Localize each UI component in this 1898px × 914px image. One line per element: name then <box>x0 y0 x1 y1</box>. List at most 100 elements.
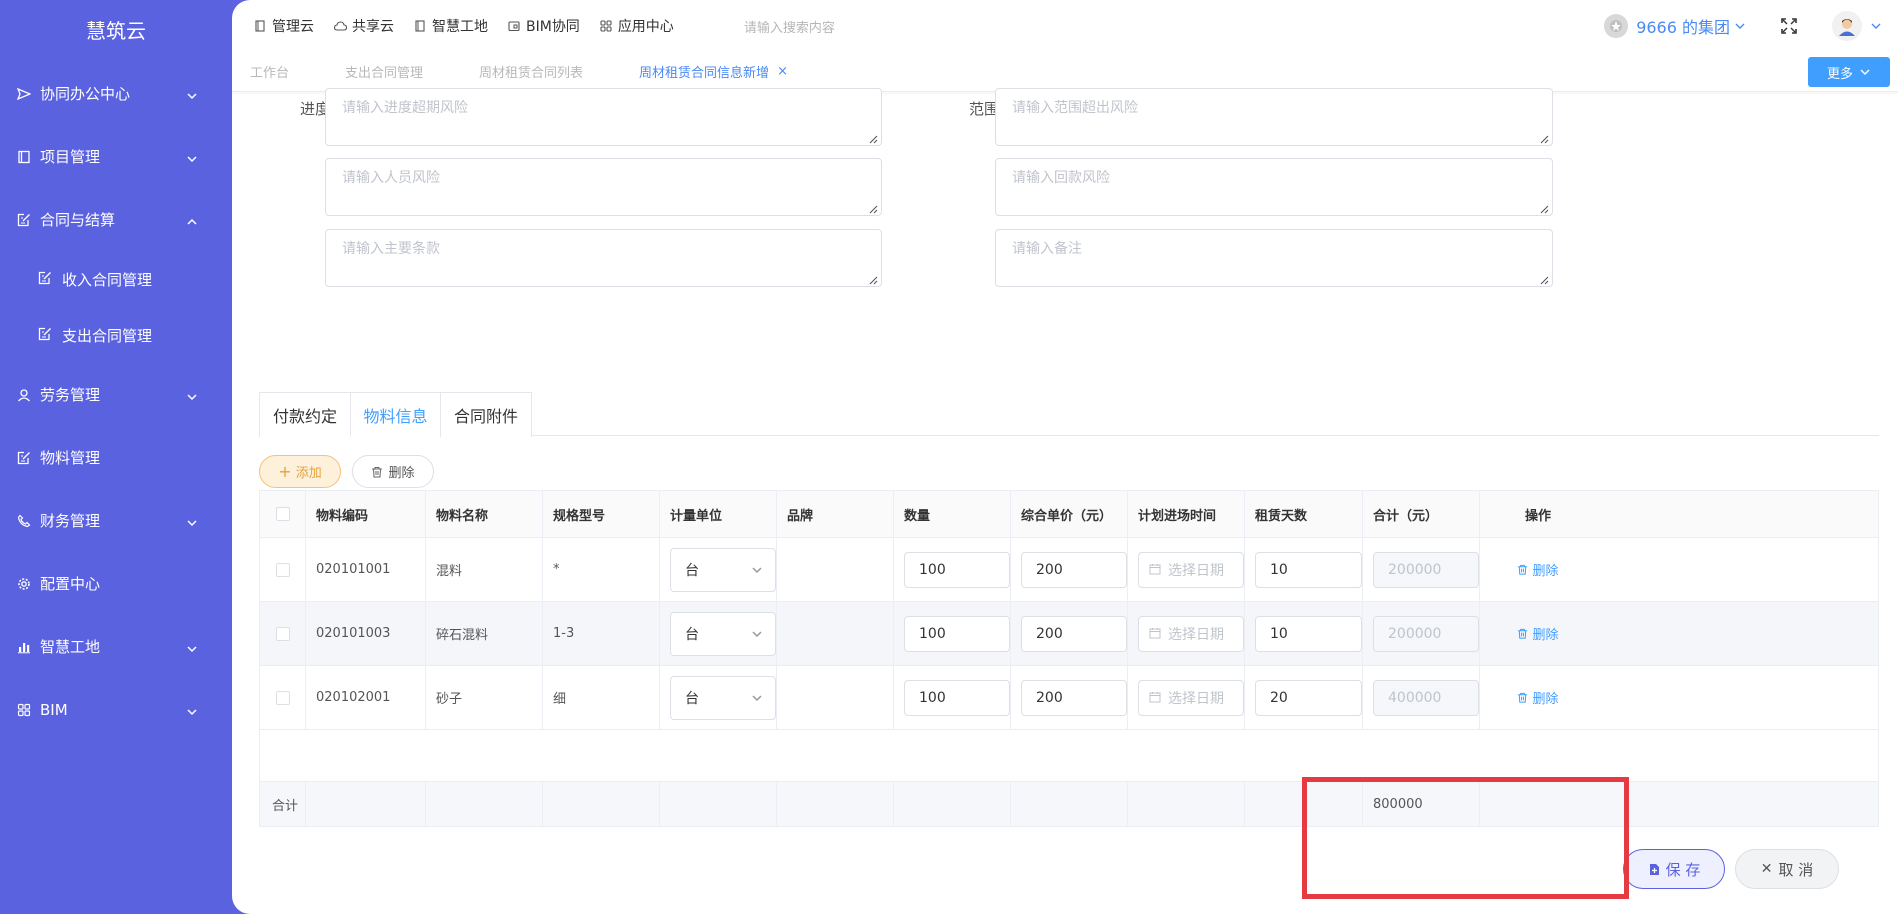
sidebar-item-label: 支出合同管理 <box>62 326 153 345</box>
sidebar-item-label: 劳务管理 <box>40 386 101 404</box>
quantity-input[interactable]: 100 <box>904 551 1010 588</box>
tab-item[interactable]: 工作台 <box>250 62 289 81</box>
field-placeholder: 请输入进度超期风险 <box>342 100 468 116</box>
footer-cell <box>1128 782 1245 826</box>
header-checkbox-cell[interactable] <box>260 491 306 537</box>
sidebar-item[interactable]: 物料管理 <box>0 426 232 489</box>
top-link-label: BIM协同 <box>526 19 580 35</box>
column-header: 计量单位 <box>660 491 777 537</box>
tab-payment[interactable]: 付款约定 <box>259 392 351 437</box>
top-link-label: 应用中心 <box>617 19 674 35</box>
org-avatar-icon[interactable] <box>1604 14 1629 38</box>
unit-price-input[interactable]: 200 <box>1021 551 1127 588</box>
delete-button[interactable]: 删除 <box>352 455 434 488</box>
tab-item[interactable]: 支出合同管理 <box>345 62 423 81</box>
sidebar-item[interactable]: 支出合同管理 <box>0 307 232 363</box>
sidebar-item[interactable]: 劳务管理 <box>0 363 232 426</box>
field-textarea[interactable]: 请输入范围超出风险 <box>995 88 1553 146</box>
unit-value: 台 <box>685 690 699 707</box>
sidebar-item[interactable]: 协同办公中心 <box>0 62 232 125</box>
field-textarea[interactable]: 请输入人员风险 <box>325 158 882 216</box>
sidebar-item[interactable]: 项目管理 <box>0 125 232 188</box>
row-delete-button[interactable]: 删除 <box>1517 624 1559 643</box>
material-name: 混料 <box>436 564 463 579</box>
sidebar-item[interactable]: 收入合同管理 <box>0 251 232 307</box>
unit-price-input[interactable]: 200 <box>1021 679 1127 716</box>
date-placeholder: 选择日期 <box>1168 690 1224 707</box>
date-picker[interactable]: 选择日期 <box>1138 551 1244 588</box>
table-cell: 020102001 <box>306 666 426 729</box>
quantity-input[interactable]: 100 <box>904 615 1010 652</box>
unit-price-value: 200 <box>1036 625 1063 642</box>
field-placeholder: 请输入范围超出风险 <box>1012 100 1138 116</box>
material-table: 物料编码 物料名称 规格型号 计量单位 品牌 数量 综合单价（元） 计划进场时间 租赁天数 合计（… <box>259 490 1879 827</box>
top-link[interactable]: 共享云 <box>334 16 394 36</box>
unit-price-input[interactable]: 200 <box>1021 615 1127 652</box>
unit-select[interactable]: 台 <box>670 547 776 592</box>
table-cell: 100 <box>894 602 1011 665</box>
tab-attachments[interactable]: 合同附件 <box>440 392 532 437</box>
tab-close-icon[interactable]: × <box>777 64 788 79</box>
search-input[interactable]: 请输入搜索内容 <box>744 17 835 36</box>
date-picker[interactable]: 选择日期 <box>1138 679 1244 716</box>
row-checkbox[interactable] <box>276 562 290 577</box>
cancel-label: 取 消 <box>1778 860 1814 879</box>
row-checkbox[interactable] <box>276 626 290 641</box>
sidebar-item[interactable]: 智慧工地 <box>0 615 232 678</box>
sidebar-item[interactable]: BIM <box>0 678 232 741</box>
sidebar-item[interactable]: 财务管理 <box>0 489 232 552</box>
tab-active[interactable]: 周材租赁合同信息新增 <box>639 62 769 81</box>
top-link[interactable]: 应用中心 <box>600 16 674 36</box>
table-row: 020101001 混料 * 台 100 200 选择日期 10 200000 删除 <box>260 538 1878 602</box>
field-textarea[interactable]: 请输入回款风险 <box>995 158 1553 216</box>
tab-item[interactable]: 周材租赁合同列表 <box>479 62 583 81</box>
rental-days-input[interactable]: 10 <box>1255 551 1362 588</box>
field-textarea[interactable]: 请输入备注 <box>995 229 1553 287</box>
chevron-down-icon[interactable] <box>1734 20 1746 32</box>
top-link[interactable]: BIM协同 <box>508 16 580 36</box>
top-link-label: 管理云 <box>272 19 314 35</box>
highlight-box <box>1302 777 1629 899</box>
field-textarea[interactable]: 请输入进度超期风险 <box>325 88 882 146</box>
sidebar-item-label: 配置中心 <box>40 575 101 593</box>
row-delete-button[interactable]: 删除 <box>1517 688 1559 707</box>
date-placeholder: 选择日期 <box>1168 562 1224 579</box>
app-root: 慧筑云 协同办公中心 项目管理 合同与结算 收入合同管理 支出合同管理 劳务管理 物料管理财… <box>0 0 1898 914</box>
grid-icon <box>16 702 32 718</box>
edit-doc-icon <box>16 450 32 466</box>
rental-days-input[interactable]: 10 <box>1255 615 1362 652</box>
cloud-icon <box>334 20 347 33</box>
cancel-button[interactable]: ✕ 取 消 <box>1735 849 1839 889</box>
date-picker[interactable]: 选择日期 <box>1138 615 1244 652</box>
fullscreen-icon[interactable] <box>1780 17 1798 35</box>
sidebar-item[interactable]: 合同与结算 <box>0 188 232 251</box>
field-textarea[interactable]: 请输入主要条款 <box>325 229 882 287</box>
row-checkbox[interactable] <box>276 690 290 705</box>
table-row: 020101003 碎石混料 1-3 台 100 200 选择日期 10 200000 删除 <box>260 602 1878 666</box>
sidebar-item[interactable]: 配置中心 <box>0 552 232 615</box>
table-cell: 删除 <box>1480 666 1596 729</box>
more-button[interactable]: 更多 <box>1808 57 1890 87</box>
add-button[interactable]: + 添加 <box>259 455 341 488</box>
gear-icon <box>16 576 32 592</box>
user-avatar[interactable] <box>1832 11 1862 41</box>
unit-select[interactable]: 台 <box>670 611 776 656</box>
select-all-checkbox[interactable] <box>276 507 290 521</box>
unit-select[interactable]: 台 <box>670 675 776 720</box>
table-cell: 10 <box>1245 538 1363 601</box>
rental-days-input[interactable]: 20 <box>1255 679 1362 716</box>
field-placeholder: 请输入主要条款 <box>342 241 440 257</box>
save-button[interactable]: 保 存 <box>1623 849 1725 889</box>
table-cell <box>260 538 306 601</box>
resize-grip-icon <box>868 273 878 285</box>
top-link[interactable]: 管理云 <box>254 16 314 36</box>
org-name[interactable]: 9666 的集团 <box>1636 14 1730 38</box>
quantity-input[interactable]: 100 <box>904 679 1010 716</box>
tab-materials[interactable]: 物料信息 <box>350 392 441 437</box>
chevron-down-icon[interactable] <box>1870 20 1882 32</box>
table-cell: 台 <box>660 602 777 665</box>
chevron-down-icon <box>186 88 198 100</box>
row-delete-button[interactable]: 删除 <box>1517 560 1559 579</box>
top-link[interactable]: 智慧工地 <box>414 16 488 36</box>
phone-icon <box>16 513 32 529</box>
